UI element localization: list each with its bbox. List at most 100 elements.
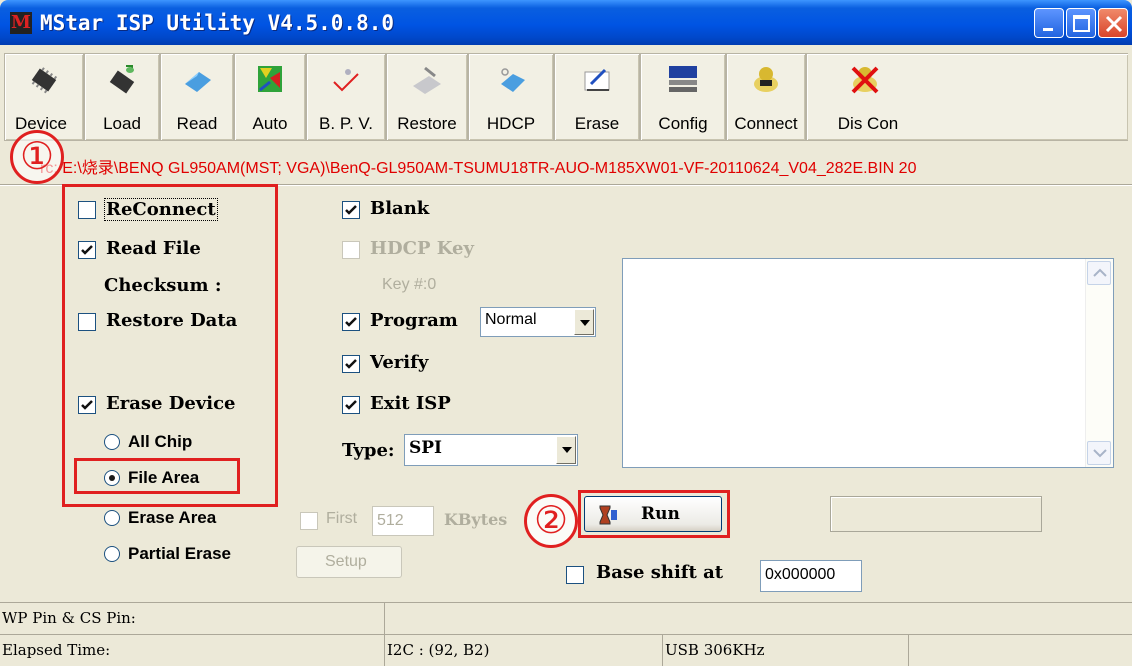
reconnect-label[interactable]: ReConnect <box>104 198 218 221</box>
program-label[interactable]: Program <box>370 310 458 331</box>
run-button[interactable]: Run <box>584 496 722 532</box>
erase-button[interactable]: Erase <box>554 53 640 141</box>
tool-label: HDCP <box>486 114 536 133</box>
erase-area-label[interactable]: Erase Area <box>128 508 216 528</box>
key-number-label: Key #:0 <box>382 276 437 293</box>
read-icon <box>185 72 211 92</box>
setup-button[interactable]: Setup <box>296 546 402 578</box>
close-button[interactable] <box>1098 8 1128 38</box>
verify-checkbox[interactable] <box>342 355 360 373</box>
erase-icon <box>584 68 610 91</box>
config-button[interactable]: Config <box>640 53 726 141</box>
type-select[interactable]: SPI <box>404 434 578 466</box>
first-checkbox[interactable] <box>300 512 318 530</box>
load-button[interactable]: Load <box>84 53 160 141</box>
disconnect-icon <box>851 66 879 94</box>
hdcp-key-label[interactable]: HDCP Key <box>370 238 474 259</box>
erase-device-label[interactable]: Erase Device <box>106 393 236 414</box>
checksum-label: Checksum : <box>104 275 222 296</box>
wp-cs-status: WP Pin & CS Pin: <box>0 602 384 634</box>
blank-label[interactable]: Blank <box>370 198 429 219</box>
log-output[interactable] <box>622 258 1114 468</box>
minimize-button[interactable] <box>1034 8 1064 38</box>
kbytes-label: KBytes <box>444 510 508 529</box>
restore-data-label[interactable]: Restore Data <box>106 310 237 331</box>
restore-data-checkbox[interactable] <box>78 313 96 331</box>
read-button[interactable]: Read <box>160 53 234 141</box>
reconnect-checkbox[interactable] <box>78 201 96 219</box>
exit-isp-label[interactable]: Exit ISP <box>370 393 451 414</box>
run-icon <box>599 505 617 525</box>
base-shift-checkbox[interactable] <box>566 566 584 584</box>
config-icon <box>669 66 697 92</box>
program-checkbox[interactable] <box>342 313 360 331</box>
checkmark-icon <box>345 317 357 327</box>
title-bar[interactable]: M MStar ISP Utility V4.5.0.8.0 <box>0 0 1132 45</box>
app-logo-icon: M <box>10 12 32 34</box>
first-label[interactable]: First <box>326 510 357 528</box>
erase-area-radio[interactable] <box>104 510 120 526</box>
chevron-down-icon[interactable] <box>574 309 594 335</box>
connect-button[interactable]: Connect <box>726 53 806 141</box>
partial-erase-radio[interactable] <box>104 546 120 562</box>
isp-utility-window: M MStar ISP Utility V4.5.0.8.0 Device Lo… <box>0 0 1132 666</box>
file-area-radio[interactable] <box>104 470 120 486</box>
tool-label: B. P. V. <box>319 114 373 133</box>
checkmark-icon <box>345 400 357 410</box>
tool-label: Auto <box>252 114 288 133</box>
scroll-down-button[interactable] <box>1087 441 1111 465</box>
tool-label: Connect <box>734 114 798 133</box>
usb-status: USB 306KHz <box>662 634 908 666</box>
scrollbar[interactable] <box>1085 259 1113 467</box>
tool-label: Dis Con <box>837 114 899 133</box>
status-row-1: WP Pin & CS Pin: <box>0 602 1132 634</box>
checkmark-icon <box>345 359 357 369</box>
bpv-button[interactable]: B. P. V. <box>306 53 386 141</box>
hdcp-key-checkbox[interactable] <box>342 241 360 259</box>
program-mode-select[interactable]: Normal <box>480 307 596 337</box>
chevron-down-icon[interactable] <box>556 436 576 464</box>
restore-button[interactable]: Restore <box>386 53 468 141</box>
read-file-label[interactable]: Read File <box>106 238 201 259</box>
tool-label: Load <box>103 114 141 133</box>
base-shift-value: 0x000000 <box>765 566 836 583</box>
blank-checkbox[interactable] <box>342 201 360 219</box>
hdcp-button[interactable]: HDCP <box>468 53 554 141</box>
base-shift-label[interactable]: Base shift at <box>596 562 723 583</box>
all-chip-radio[interactable] <box>104 434 120 450</box>
maximize-icon <box>1073 15 1090 32</box>
marker-2: ② <box>524 494 578 548</box>
file-path: rc: E:\烧录\BENQ GL950AM(MST; VGA)\BenQ-GL… <box>40 160 917 177</box>
type-value: SPI <box>409 438 443 458</box>
erase-device-checkbox[interactable] <box>78 396 96 414</box>
verify-label[interactable]: Verify <box>370 352 428 373</box>
disconnect-button[interactable]: Dis Con <box>806 53 1128 141</box>
chip-icon <box>31 67 58 94</box>
exit-isp-checkbox[interactable] <box>342 396 360 414</box>
run-label: Run <box>641 504 680 524</box>
status-panel <box>384 602 1132 634</box>
i2c-status: I2C : (92, B2) <box>384 634 662 666</box>
first-kbytes-input[interactable]: 512 <box>372 506 434 536</box>
marker-1: ① <box>10 130 64 184</box>
load-icon <box>109 65 135 94</box>
progress-box <box>830 496 1042 532</box>
checkmark-icon <box>81 400 93 410</box>
file-area-label[interactable]: File Area <box>128 468 199 488</box>
window-title: MStar ISP Utility V4.5.0.8.0 <box>40 11 395 35</box>
read-file-checkbox[interactable] <box>78 241 96 259</box>
base-shift-input[interactable]: 0x000000 <box>760 560 862 592</box>
all-chip-label[interactable]: All Chip <box>128 432 192 452</box>
close-icon <box>1105 15 1123 33</box>
status-row-2: Elapsed Time: I2C : (92, B2) USB 306KHz <box>0 634 1132 666</box>
elapsed-time-status: Elapsed Time: <box>0 634 384 666</box>
partial-erase-label[interactable]: Partial Erase <box>128 544 231 564</box>
device-button[interactable]: Device <box>4 53 84 141</box>
checkmark-icon <box>345 205 357 215</box>
scroll-up-button[interactable] <box>1087 261 1111 285</box>
auto-icon <box>258 66 282 92</box>
chevron-down-icon <box>1093 449 1107 458</box>
maximize-button[interactable] <box>1066 8 1096 38</box>
tool-label: Erase <box>574 114 620 133</box>
auto-button[interactable]: Auto <box>234 53 306 141</box>
